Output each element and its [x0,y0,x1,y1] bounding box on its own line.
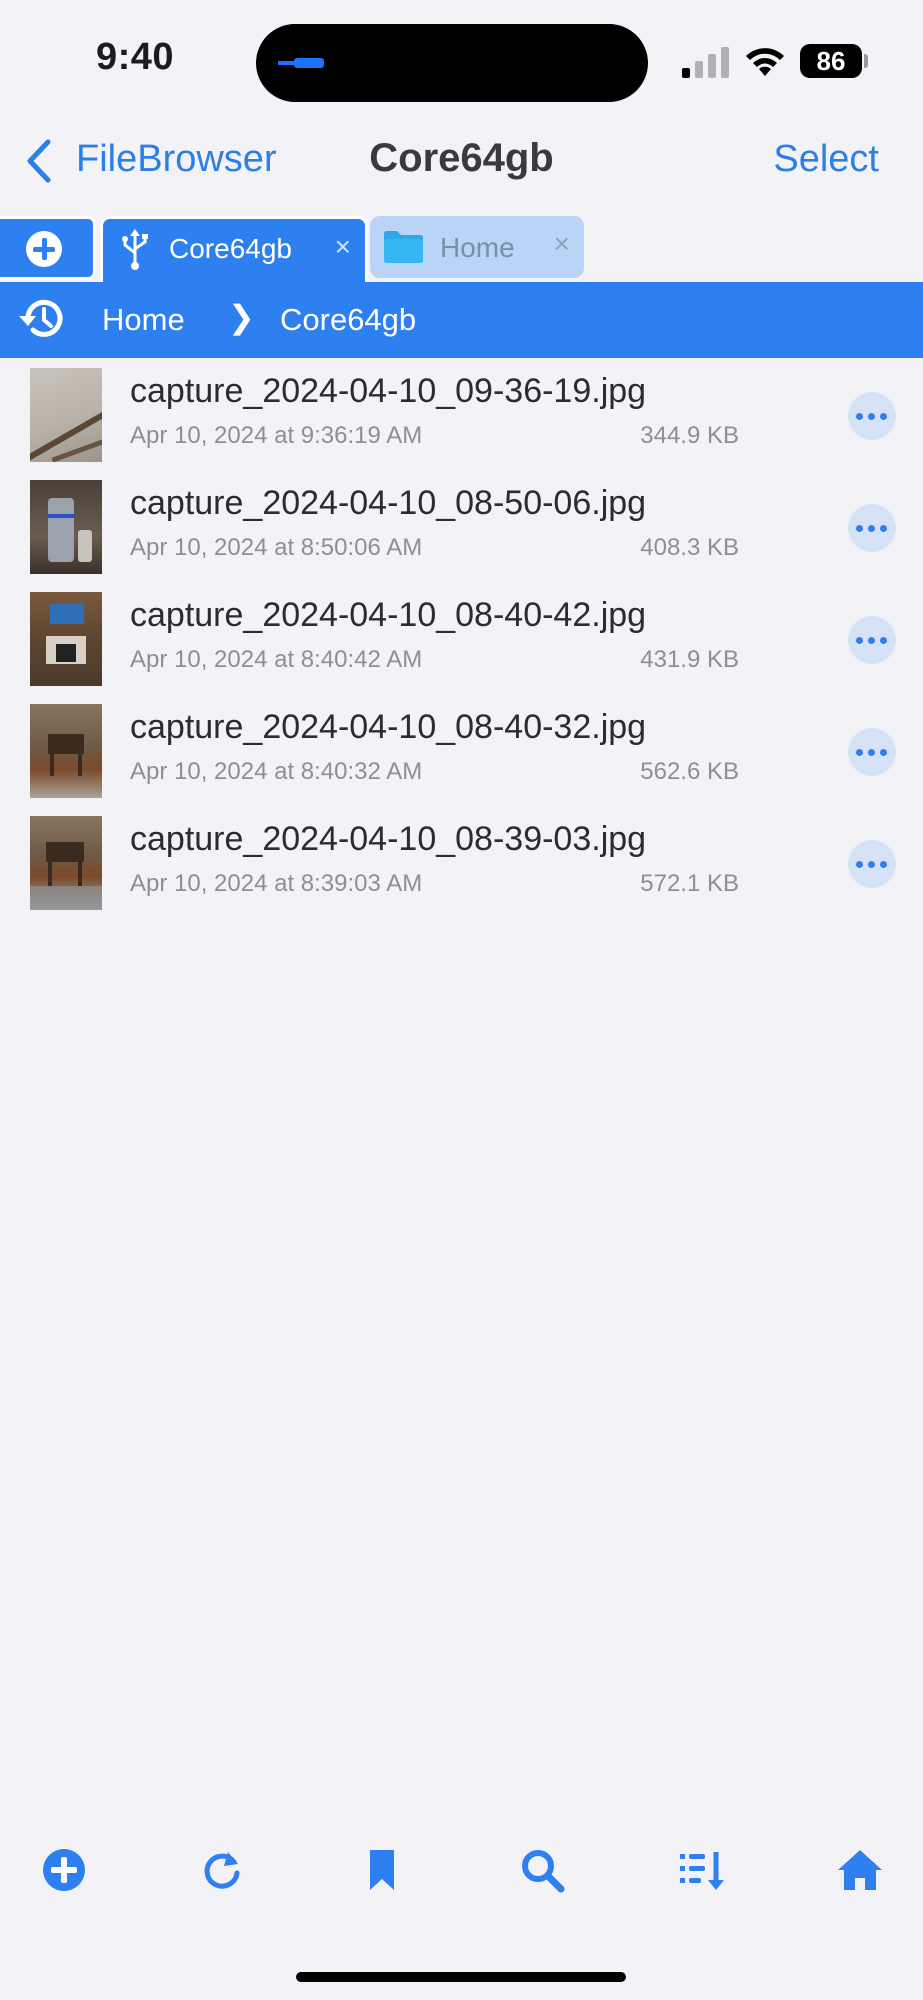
add-tab-button[interactable] [0,216,96,280]
list-item[interactable]: capture_2024-04-10_08-50-06.jpg Apr 10, … [0,470,923,582]
breadcrumb: Home ❯ Core64gb [0,282,923,358]
battery-indicator: 86 [800,44,862,78]
file-size: 431.9 KB [640,646,739,673]
tab-core64gb[interactable]: Core64gb × [100,216,368,284]
bookmark-icon[interactable] [358,1846,406,1894]
file-name: capture_2024-04-10_09-36-19.jpg [130,372,647,410]
file-list: capture_2024-04-10_09-36-19.jpg Apr 10, … [0,358,923,918]
file-size: 408.3 KB [640,534,739,561]
more-options-button[interactable] [848,840,896,888]
status-time: 9:40 [96,36,175,78]
home-indicator [296,1972,626,1982]
sort-icon[interactable] [678,1846,726,1894]
plus-circle-icon [26,231,62,267]
list-item[interactable]: capture_2024-04-10_09-36-19.jpg Apr 10, … [0,358,923,470]
folder-icon [384,231,423,263]
tab-close-button[interactable]: × [335,231,351,263]
more-options-button[interactable] [848,392,896,440]
file-date: Apr 10, 2024 at 8:50:06 AM [130,534,423,561]
file-name: capture_2024-04-10_08-50-06.jpg [130,484,647,522]
tab-label: Core64gb [169,233,292,264]
add-icon[interactable] [40,1846,88,1894]
battery-tip [864,54,868,68]
file-thumbnail [30,816,102,910]
refresh-icon[interactable] [198,1846,246,1894]
usb-activity-icon-body [294,58,324,68]
file-thumbnail [30,704,102,798]
file-thumbnail [30,592,102,686]
search-icon[interactable] [518,1846,566,1894]
breadcrumb-item-home[interactable]: Home [102,302,185,338]
wifi-icon [746,48,784,76]
file-thumbnail [30,368,102,462]
list-item[interactable]: capture_2024-04-10_08-40-32.jpg Apr 10, … [0,694,923,806]
file-date: Apr 10, 2024 at 8:39:03 AM [130,870,423,897]
file-size: 344.9 KB [640,422,739,449]
file-thumbnail [30,480,102,574]
more-options-button[interactable] [848,616,896,664]
file-size: 572.1 KB [640,870,739,897]
breadcrumb-item-current: Core64gb [280,302,417,337]
list-item[interactable]: capture_2024-04-10_08-39-03.jpg Apr 10, … [0,806,923,918]
more-options-button[interactable] [848,504,896,552]
home-icon[interactable] [836,1846,884,1894]
file-name: capture_2024-04-10_08-39-03.jpg [130,820,647,858]
history-icon[interactable] [18,296,68,342]
file-name: capture_2024-04-10_08-40-42.jpg [130,596,647,634]
usb-icon [122,229,148,270]
select-button[interactable]: Select [773,138,879,181]
tab-label: Home [440,232,515,263]
list-item[interactable]: capture_2024-04-10_08-40-42.jpg Apr 10, … [0,582,923,694]
file-date: Apr 10, 2024 at 9:36:19 AM [130,422,423,449]
more-options-button[interactable] [848,728,896,776]
file-name: capture_2024-04-10_08-40-32.jpg [130,708,647,746]
bottom-toolbar [0,1846,923,1910]
file-date: Apr 10, 2024 at 8:40:42 AM [130,646,423,673]
breadcrumb-separator-icon: ❯ [228,299,255,335]
tab-home[interactable]: Home × [370,216,584,278]
tab-close-button[interactable]: × [554,228,570,260]
cellular-signal-icon [682,46,730,78]
file-date: Apr 10, 2024 at 8:40:32 AM [130,758,423,785]
file-size: 562.6 KB [640,758,739,785]
